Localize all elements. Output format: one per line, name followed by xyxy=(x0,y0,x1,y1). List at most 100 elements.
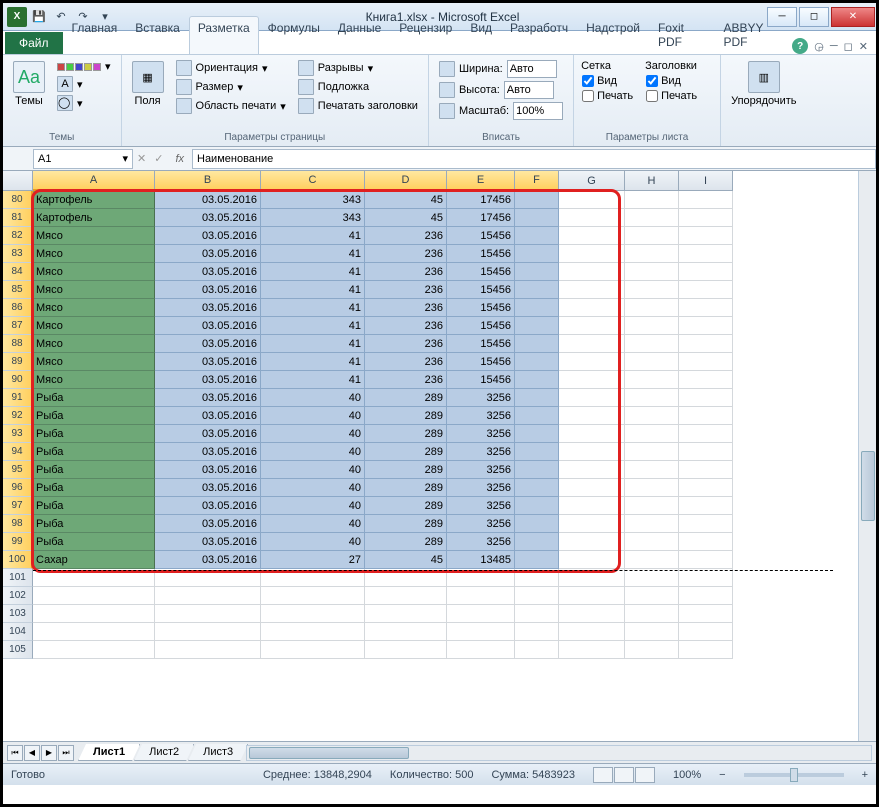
cell-I103[interactable] xyxy=(679,605,733,623)
cell-B94[interactable]: 03.05.2016 xyxy=(155,443,261,461)
cell-C99[interactable]: 40 xyxy=(261,533,365,551)
cell-I101[interactable] xyxy=(679,569,733,587)
cell-C85[interactable]: 41 xyxy=(261,281,365,299)
cell-A86[interactable]: Мясо xyxy=(33,299,155,317)
name-box-dropdown-icon[interactable]: ▾ xyxy=(122,152,128,165)
cell-I97[interactable] xyxy=(679,497,733,515)
cell-G99[interactable] xyxy=(559,533,625,551)
cell-C97[interactable]: 40 xyxy=(261,497,365,515)
cell-H82[interactable] xyxy=(625,227,679,245)
cell-F99[interactable] xyxy=(515,533,559,551)
cell-A81[interactable]: Картофель xyxy=(33,209,155,227)
cell-B95[interactable]: 03.05.2016 xyxy=(155,461,261,479)
arrange-button[interactable]: ▥ Упорядочить xyxy=(727,59,800,109)
cell-F103[interactable] xyxy=(515,605,559,623)
cell-I99[interactable] xyxy=(679,533,733,551)
cell-A94[interactable]: Рыба xyxy=(33,443,155,461)
cell-F96[interactable] xyxy=(515,479,559,497)
headings-print-checkbox[interactable]: Печать xyxy=(644,89,714,103)
print-titles-button[interactable]: Печатать заголовки xyxy=(294,97,422,115)
col-header-G[interactable]: G xyxy=(559,171,625,191)
cell-E98[interactable]: 3256 xyxy=(447,515,515,533)
cell-H86[interactable] xyxy=(625,299,679,317)
row-header-82[interactable]: 82 xyxy=(3,227,33,245)
cell-E84[interactable]: 15456 xyxy=(447,263,515,281)
row-header-98[interactable]: 98 xyxy=(3,515,33,533)
row-header-99[interactable]: 99 xyxy=(3,533,33,551)
row-header-83[interactable]: 83 xyxy=(3,245,33,263)
sheet-tab-2[interactable]: Лист3 xyxy=(188,744,248,761)
cell-D94[interactable]: 289 xyxy=(365,443,447,461)
cell-G98[interactable] xyxy=(559,515,625,533)
help-icon[interactable]: ? xyxy=(792,38,808,54)
col-header-I[interactable]: I xyxy=(679,171,733,191)
cell-H92[interactable] xyxy=(625,407,679,425)
view-page-layout-button[interactable] xyxy=(614,767,634,783)
cell-F88[interactable] xyxy=(515,335,559,353)
cell-C102[interactable] xyxy=(261,587,365,605)
ribbon-tab-0[interactable]: Главная xyxy=(63,16,127,54)
save-icon[interactable]: 💾 xyxy=(29,7,49,27)
breaks-button[interactable]: Разрывы ▾ xyxy=(294,59,422,77)
cell-D96[interactable]: 289 xyxy=(365,479,447,497)
cell-H88[interactable] xyxy=(625,335,679,353)
headings-view-checkbox[interactable]: Вид xyxy=(644,74,714,88)
cell-H99[interactable] xyxy=(625,533,679,551)
cell-F100[interactable] xyxy=(515,551,559,569)
cell-D103[interactable] xyxy=(365,605,447,623)
cell-D90[interactable]: 236 xyxy=(365,371,447,389)
cell-E96[interactable]: 3256 xyxy=(447,479,515,497)
cell-A99[interactable]: Рыба xyxy=(33,533,155,551)
cell-E104[interactable] xyxy=(447,623,515,641)
cell-I89[interactable] xyxy=(679,353,733,371)
cell-H104[interactable] xyxy=(625,623,679,641)
cell-E82[interactable]: 15456 xyxy=(447,227,515,245)
cell-C81[interactable]: 343 xyxy=(261,209,365,227)
cell-D91[interactable]: 289 xyxy=(365,389,447,407)
file-tab[interactable]: Файл xyxy=(5,32,63,54)
cell-F93[interactable] xyxy=(515,425,559,443)
cell-C90[interactable]: 41 xyxy=(261,371,365,389)
cell-I104[interactable] xyxy=(679,623,733,641)
cell-I86[interactable] xyxy=(679,299,733,317)
col-header-A[interactable]: A xyxy=(33,171,155,191)
cell-G93[interactable] xyxy=(559,425,625,443)
cell-I85[interactable] xyxy=(679,281,733,299)
orientation-button[interactable]: Ориентация ▾ xyxy=(172,59,290,77)
cell-C80[interactable]: 343 xyxy=(261,191,365,209)
cell-A95[interactable]: Рыба xyxy=(33,461,155,479)
cell-C105[interactable] xyxy=(261,641,365,659)
cell-E94[interactable]: 3256 xyxy=(447,443,515,461)
cell-G97[interactable] xyxy=(559,497,625,515)
cell-D99[interactable]: 289 xyxy=(365,533,447,551)
cell-E93[interactable]: 3256 xyxy=(447,425,515,443)
cell-I81[interactable] xyxy=(679,209,733,227)
cell-E86[interactable]: 15456 xyxy=(447,299,515,317)
col-header-D[interactable]: D xyxy=(365,171,447,191)
cell-G91[interactable] xyxy=(559,389,625,407)
size-button[interactable]: Размер ▾ xyxy=(172,78,290,96)
cell-C96[interactable]: 40 xyxy=(261,479,365,497)
cell-D87[interactable]: 236 xyxy=(365,317,447,335)
cell-F94[interactable] xyxy=(515,443,559,461)
sheet-nav-prev[interactable]: ◀ xyxy=(24,745,40,761)
cell-G80[interactable] xyxy=(559,191,625,209)
cell-A88[interactable]: Мясо xyxy=(33,335,155,353)
cell-E81[interactable]: 17456 xyxy=(447,209,515,227)
cell-I80[interactable] xyxy=(679,191,733,209)
cell-C88[interactable]: 41 xyxy=(261,335,365,353)
cell-D101[interactable] xyxy=(365,569,447,587)
cell-F91[interactable] xyxy=(515,389,559,407)
col-header-E[interactable]: E xyxy=(447,171,515,191)
cell-B100[interactable]: 03.05.2016 xyxy=(155,551,261,569)
cell-A87[interactable]: Мясо xyxy=(33,317,155,335)
cell-H102[interactable] xyxy=(625,587,679,605)
theme-fonts-button[interactable]: A ▾ xyxy=(53,75,115,93)
cell-I98[interactable] xyxy=(679,515,733,533)
cell-A104[interactable] xyxy=(33,623,155,641)
cell-G101[interactable] xyxy=(559,569,625,587)
ribbon-tab-8[interactable]: Надстрой xyxy=(577,16,649,54)
cell-E101[interactable] xyxy=(447,569,515,587)
cell-F102[interactable] xyxy=(515,587,559,605)
cell-D100[interactable]: 45 xyxy=(365,551,447,569)
